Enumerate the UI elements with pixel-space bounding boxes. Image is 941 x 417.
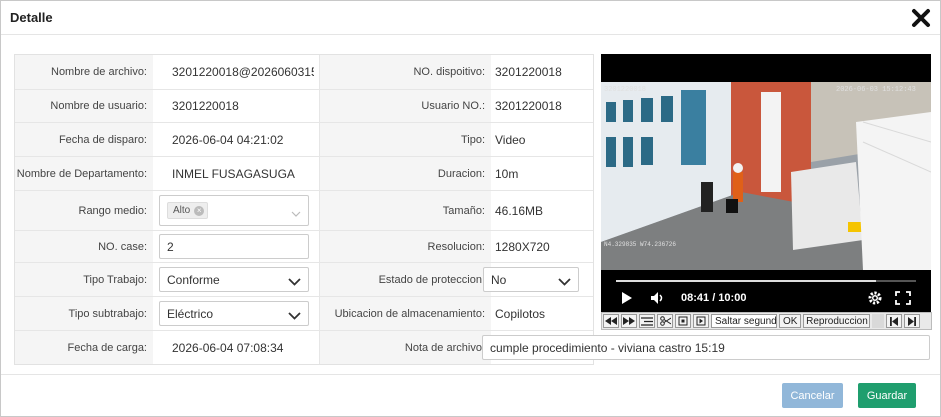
user-no-value: 3201220018 bbox=[495, 99, 562, 113]
player-toolbar: Saltar segundos OK Reproduccion bbox=[601, 312, 932, 330]
trigger-date-value: 2026-06-04 04:21:02 bbox=[172, 132, 284, 147]
close-icon[interactable] bbox=[910, 7, 932, 29]
file-name-value: 3201220018@2026060315: bbox=[172, 65, 314, 79]
video-progress-fill bbox=[616, 280, 877, 282]
file-note-label: Nota de archivo: bbox=[319, 331, 491, 364]
form-row: Nombre de Departamento: INMEL FUSAGASUGA… bbox=[15, 157, 593, 191]
case-no-input[interactable]: 2 bbox=[159, 234, 309, 259]
settings-icon[interactable] bbox=[867, 290, 883, 309]
case-no-label: NO. case: bbox=[15, 231, 153, 262]
medium-range-multiselect[interactable]: Alto × bbox=[159, 195, 309, 226]
snapshot-icon[interactable] bbox=[675, 314, 691, 328]
toolbar-spacer bbox=[872, 314, 885, 328]
seek-seconds-input[interactable]: Saltar segundos bbox=[711, 314, 777, 328]
protection-status-label: Estado de proteccion: bbox=[319, 263, 491, 296]
form-row: Fecha de disparo: 2026-06-04 04:21:02 Ti… bbox=[15, 123, 593, 157]
resolution-label: Resolucion: bbox=[319, 231, 491, 262]
skip-to-end-icon[interactable] bbox=[904, 314, 921, 328]
duration-value: 10m bbox=[495, 166, 519, 181]
protection-status-select[interactable]: No bbox=[483, 267, 579, 292]
work-type-label: Tipo Trabajo: bbox=[15, 263, 153, 296]
device-no-label: NO. dispoitivo: bbox=[319, 55, 491, 89]
video-overlay-coords: N4.329835 W74.236726 bbox=[604, 241, 676, 248]
form-row: Nombre de usuario: 3201220018 Usuario NO… bbox=[15, 90, 593, 123]
form-row: Tipo subtrabajo: Eléctrico Ubicacion de … bbox=[15, 297, 593, 331]
skip-to-start-icon[interactable] bbox=[886, 314, 903, 328]
file-note-input[interactable]: cumple procedimiento - viviana castro 15… bbox=[482, 335, 930, 360]
video-overlay-timestamp: 2026-06-03 15:12:43 bbox=[836, 86, 916, 94]
detail-form: Nombre de archivo: 3201220018@2026060315… bbox=[14, 54, 594, 365]
fast-forward-icon[interactable] bbox=[621, 314, 637, 328]
size-label: Tamaño: bbox=[319, 191, 491, 230]
record-icon[interactable] bbox=[693, 314, 709, 328]
medium-range-tag-label: Alto bbox=[173, 205, 191, 216]
protection-status-selected: No bbox=[491, 272, 507, 287]
chevron-down-icon bbox=[291, 206, 301, 220]
user-name-label: Nombre de usuario: bbox=[15, 90, 153, 122]
dialog-header: Detalle bbox=[1, 1, 940, 35]
resolution-value: 1280X720 bbox=[495, 239, 550, 254]
playback-button[interactable]: Reproduccion bbox=[803, 314, 871, 328]
volume-icon[interactable] bbox=[650, 291, 666, 308]
storage-location-value: Copilotos bbox=[495, 306, 546, 321]
storage-location-label: Ubicacion de almacenamiento: bbox=[319, 297, 491, 330]
device-no-value: 3201220018 bbox=[495, 65, 562, 79]
video-controls: 08:41 / 10:00 bbox=[601, 270, 931, 312]
dialog-footer: Cancelar Guardar bbox=[1, 374, 940, 416]
size-value: 46.16MB bbox=[495, 203, 544, 218]
video-progress-bar[interactable] bbox=[616, 280, 916, 282]
detail-dialog: Detalle Nombre de archivo: 3201220018@20… bbox=[0, 0, 941, 417]
rewind-icon[interactable] bbox=[603, 314, 619, 328]
form-row: NO. case: 2 Resolucion: 1280X720 bbox=[15, 231, 593, 263]
file-name-label: Nombre de archivo: bbox=[15, 55, 153, 89]
type-label: Tipo: bbox=[319, 123, 491, 156]
scissors-icon[interactable] bbox=[657, 314, 673, 328]
type-value: Video bbox=[495, 132, 526, 147]
department-label: Nombre de Departamento: bbox=[15, 157, 153, 190]
form-row: Nombre de archivo: 3201220018@2026060315… bbox=[15, 55, 593, 90]
cancel-button[interactable]: Cancelar bbox=[782, 383, 843, 408]
department-value: INMEL FUSAGASUGA bbox=[172, 166, 295, 181]
dialog-title: Detalle bbox=[10, 10, 53, 25]
trigger-date-label: Fecha de disparo: bbox=[15, 123, 153, 156]
work-type-select[interactable]: Conforme bbox=[159, 267, 309, 292]
duration-label: Duracion: bbox=[319, 157, 491, 190]
form-row: Rango medio: Alto × Tamaño: 46.16MB bbox=[15, 191, 593, 231]
chevron-down-icon bbox=[288, 309, 301, 323]
chevron-down-icon bbox=[558, 275, 571, 289]
medium-range-tag: Alto × bbox=[167, 202, 209, 219]
list-icon[interactable] bbox=[639, 314, 655, 328]
video-time: 08:41 / 10:00 bbox=[681, 292, 747, 304]
form-row: Tipo Trabajo: Conforme Estado de protecc… bbox=[15, 263, 593, 297]
fullscreen-icon[interactable] bbox=[895, 291, 911, 308]
chevron-down-icon bbox=[288, 275, 301, 289]
video-frame: 2026-06-03 15:12:43 3201220018 N4.329835… bbox=[601, 82, 931, 270]
play-icon[interactable] bbox=[621, 291, 633, 308]
medium-range-label: Rango medio: bbox=[15, 191, 153, 230]
subwork-type-label: Tipo subtrabajo: bbox=[15, 297, 153, 330]
work-type-selected: Conforme bbox=[167, 272, 220, 287]
remove-tag-icon[interactable]: × bbox=[194, 205, 205, 216]
ok-button[interactable]: OK bbox=[779, 314, 802, 328]
video-overlay-device: 3201220018 bbox=[604, 86, 646, 94]
save-button[interactable]: Guardar bbox=[858, 383, 916, 408]
upload-date-value: 2026-06-04 07:08:34 bbox=[172, 340, 284, 355]
subwork-type-selected: Eléctrico bbox=[167, 306, 214, 321]
upload-date-label: Fecha de carga: bbox=[15, 331, 153, 364]
user-name-value: 3201220018 bbox=[172, 99, 239, 113]
video-player[interactable]: 2026-06-03 15:12:43 3201220018 N4.329835… bbox=[601, 54, 931, 312]
subwork-type-select[interactable]: Eléctrico bbox=[159, 301, 309, 326]
user-no-label: Usuario NO.: bbox=[319, 90, 491, 122]
